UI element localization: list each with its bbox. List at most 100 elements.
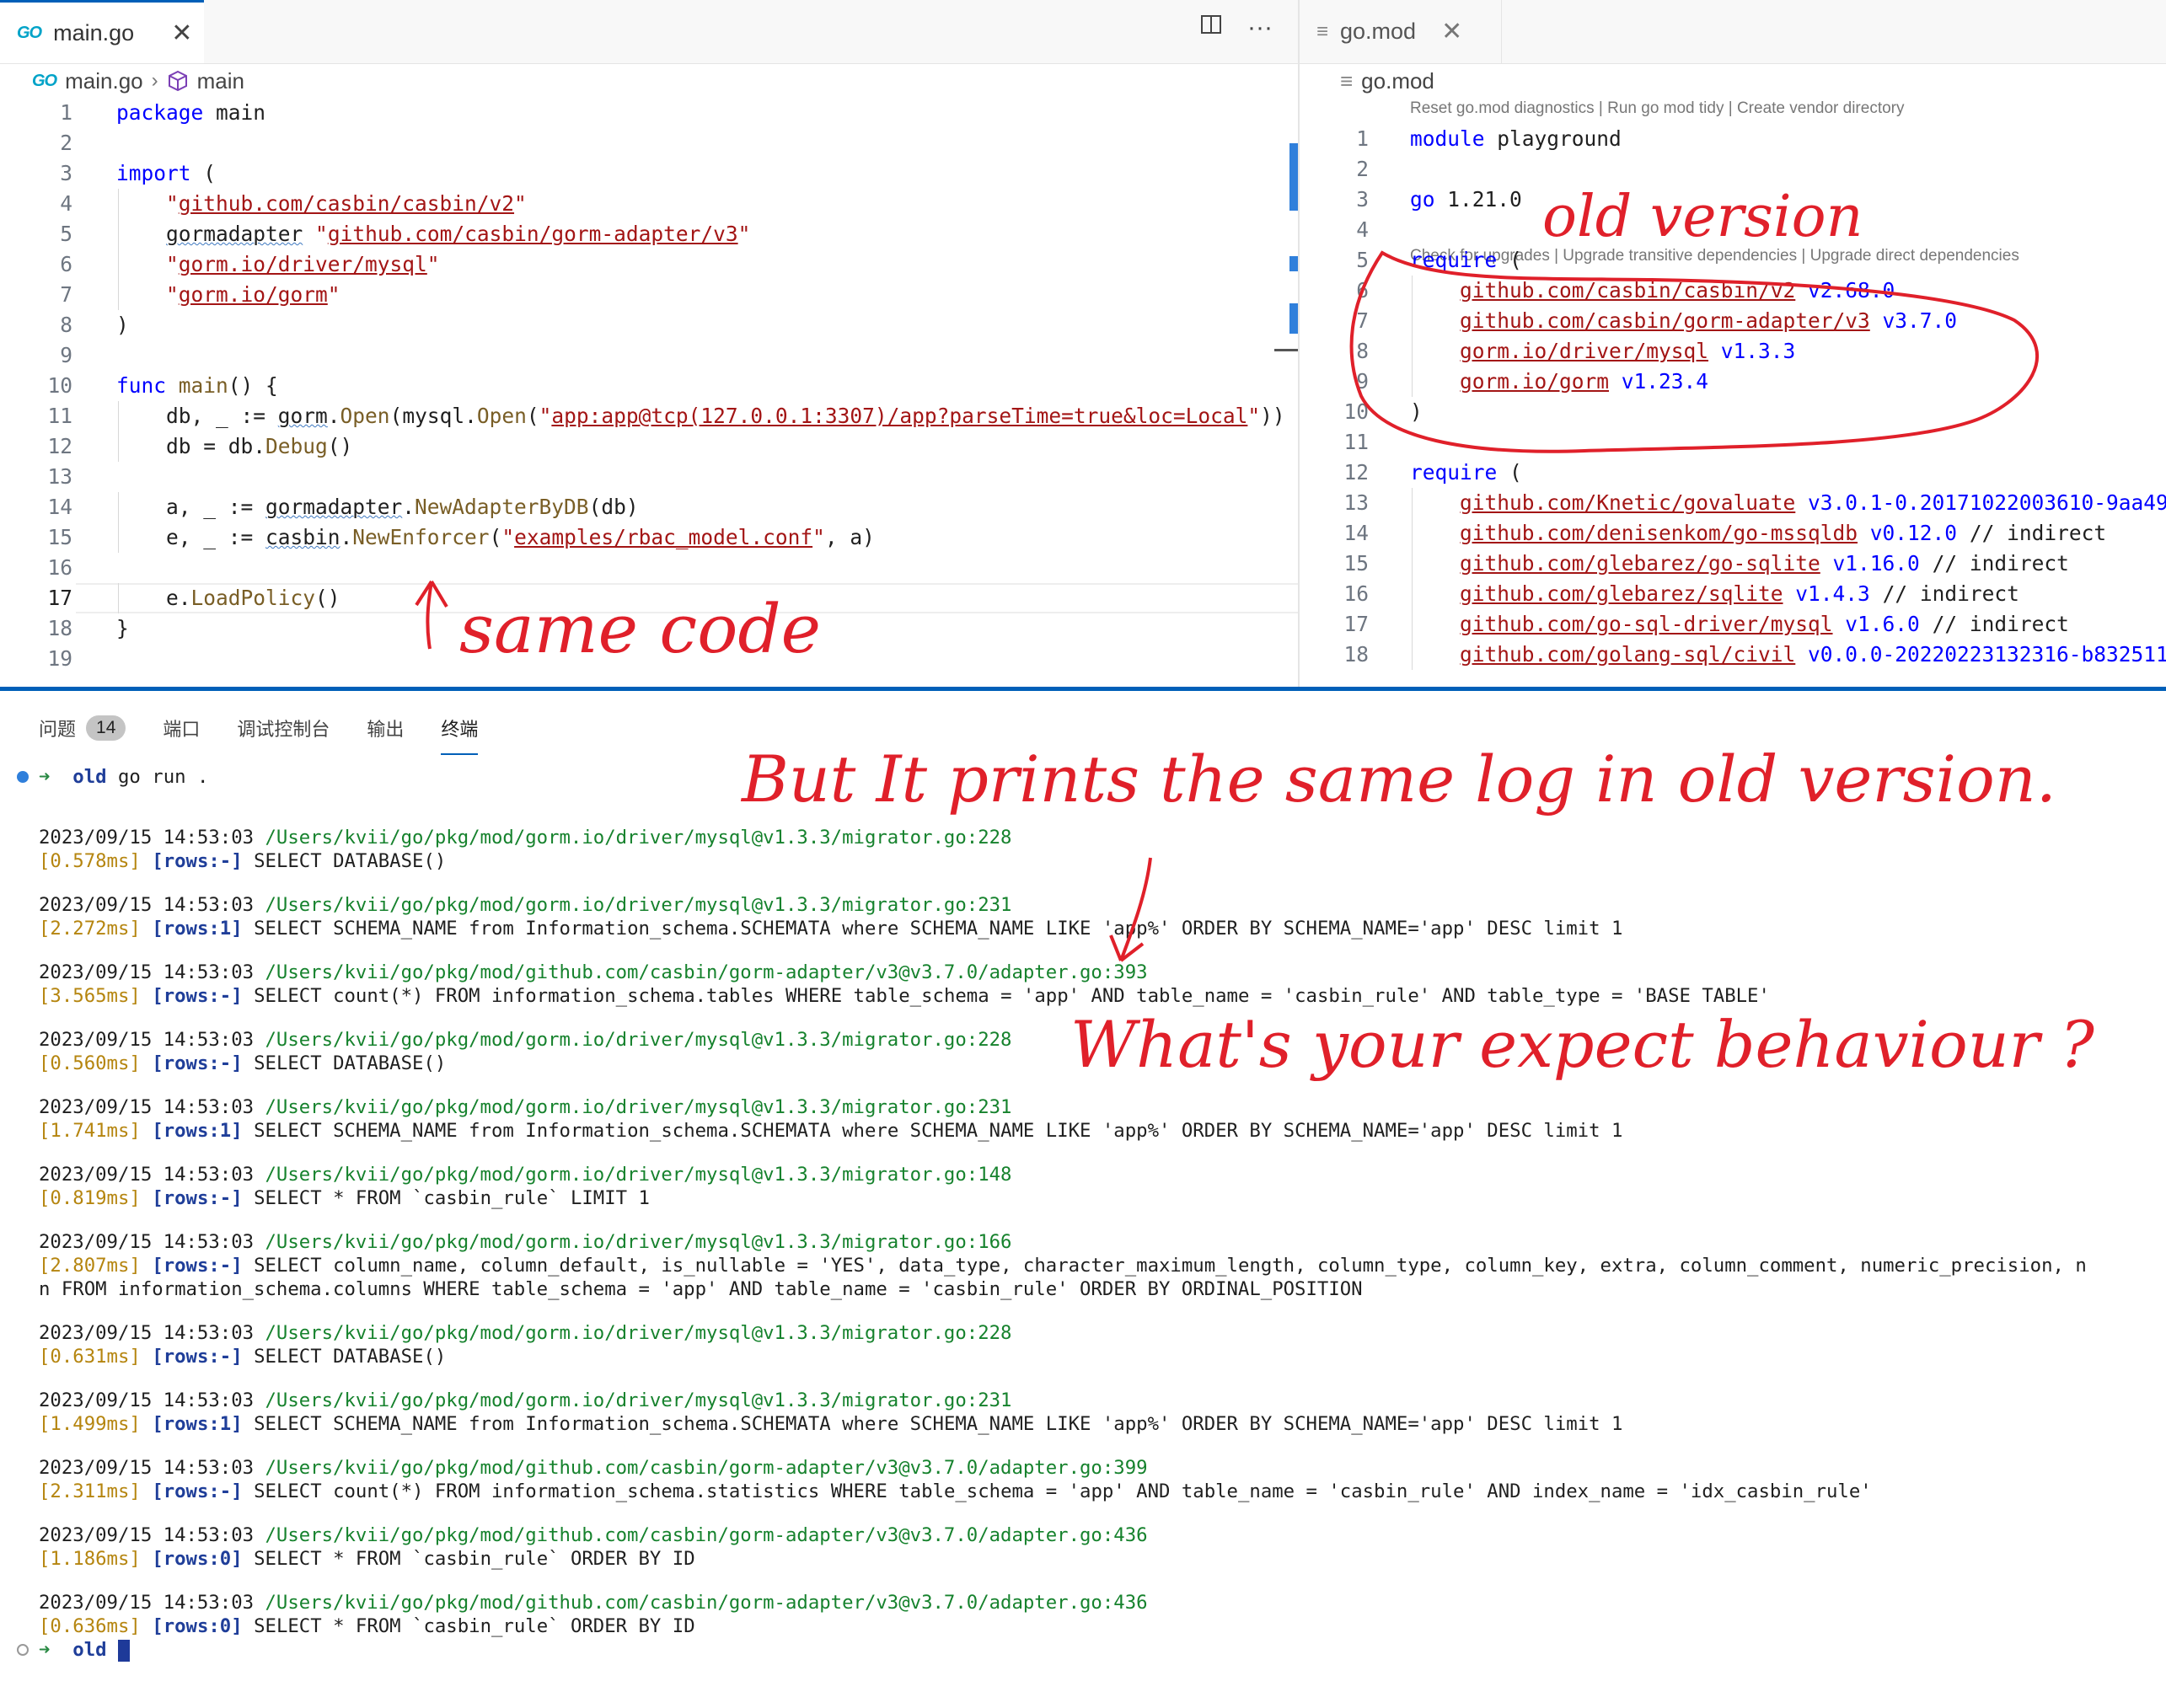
code-line[interactable]: 11 db, _ := gorm.Open(mysql.Open("app:ap… — [0, 401, 1298, 431]
code-text: package main — [116, 100, 266, 125]
line-number: 14 — [47, 495, 72, 519]
line-number: 9 — [60, 343, 72, 367]
command-status-dot[interactable] — [17, 1644, 29, 1656]
line-number: 7 — [1356, 308, 1369, 333]
code-text: "gorm.io/gorm" — [166, 282, 340, 307]
code-line[interactable]: 16 — [0, 553, 1298, 583]
code-text: module playground — [1410, 126, 1622, 151]
problems-count-badge: 14 — [86, 715, 126, 741]
code-text: go 1.21.0 — [1410, 187, 1522, 211]
line-number: 16 — [1343, 581, 1369, 606]
log-header: 2023/09/15 14:53:03 /Users/kvii/go/pkg/m… — [39, 1164, 1012, 1186]
line-number: 5 — [1356, 248, 1369, 272]
log-sql: [1.499ms] [rows:1] SELECT SCHEMA_NAME fr… — [39, 1413, 1623, 1435]
annotation-same-code: same code — [459, 590, 821, 668]
code-text: github.com/Knetic/govaluate v3.0.1-0.201… — [1460, 490, 2166, 515]
close-icon[interactable]: ✕ — [171, 19, 192, 48]
code-line[interactable]: 8 gorm.io/driver/mysql v1.3.3 — [1300, 336, 2166, 367]
code-line[interactable]: 9 gorm.io/gorm v1.23.4 — [1300, 367, 2166, 397]
close-icon[interactable]: ✕ — [1441, 17, 1462, 46]
log-header: 2023/09/15 14:53:03 /Users/kvii/go/pkg/m… — [39, 1457, 1148, 1479]
line-number: 15 — [47, 525, 72, 549]
tab-ports[interactable]: 端口 — [163, 715, 200, 750]
code-line[interactable]: 15 github.com/glebarez/go-sqlite v1.16.0… — [1300, 549, 2166, 579]
code-line[interactable]: 15 e, _ := casbin.NewEnforcer("examples/… — [0, 522, 1298, 553]
panel-tabs: 问题 14 端口 调试控制台 输出 终端 — [39, 715, 479, 755]
code-text: github.com/denisenkom/go-mssqldb v0.12.0… — [1460, 521, 2107, 545]
file-lines-icon: ≡ — [1316, 19, 1329, 43]
code-line[interactable]: 7 "gorm.io/gorm" — [0, 280, 1298, 310]
more-actions-icon[interactable]: ··· — [1247, 13, 1273, 42]
code-line[interactable]: 10 func main() { — [0, 371, 1298, 401]
tab-terminal[interactable]: 终端 — [441, 715, 479, 755]
line-number: 12 — [47, 434, 72, 458]
line-number: 1 — [60, 100, 72, 125]
breadcrumb-symbol[interactable]: main — [197, 68, 244, 94]
go-file-icon: GO — [17, 23, 42, 42]
left-editor[interactable]: GO main.go ✕ ··· GO main.go › main 1 pack… — [0, 0, 1298, 687]
tab-go-mod[interactable]: ≡ go.mod ✕ — [1300, 0, 1502, 63]
code-line[interactable]: 14 a, _ := gormadapter.NewAdapterByDB(db… — [0, 492, 1298, 522]
code-line[interactable]: 13 — [0, 462, 1298, 492]
log-header: 2023/09/15 14:53:03 /Users/kvii/go/pkg/m… — [39, 1029, 1012, 1051]
tab-debug-console[interactable]: 调试控制台 — [237, 715, 330, 750]
line-number: 12 — [1343, 460, 1369, 485]
code-line[interactable]: 16 github.com/glebarez/sqlite v1.4.3 // … — [1300, 579, 2166, 609]
code-line[interactable]: 17 github.com/go-sql-driver/mysql v1.6.0… — [1300, 609, 2166, 640]
code-line[interactable]: 4 "github.com/casbin/casbin/v2" — [0, 189, 1298, 219]
annotation-expect: What's your expect behaviour ? — [1070, 1007, 2094, 1082]
log-sql: [1.741ms] [rows:1] SELECT SCHEMA_NAME fr… — [39, 1120, 1623, 1142]
tab-main-go[interactable]: GO main.go ✕ — [0, 0, 204, 63]
code-text: gorm.io/gorm v1.23.4 — [1460, 369, 1709, 394]
code-line[interactable]: 6 "gorm.io/driver/mysql" — [0, 249, 1298, 280]
breadcrumb: ≡ go.mod — [1340, 66, 1434, 96]
code-line[interactable]: 14 github.com/denisenkom/go-mssqldb v0.1… — [1300, 518, 2166, 549]
code-text: github.com/go-sql-driver/mysql v1.6.0 //… — [1460, 612, 2069, 636]
split-editor-icon[interactable] — [1200, 13, 1222, 42]
code-line[interactable]: 8) — [0, 310, 1298, 340]
log-header: 2023/09/15 14:53:03 /Users/kvii/go/pkg/m… — [39, 894, 1012, 916]
codelens-top[interactable]: Reset go.mod diagnostics | Run go mod ti… — [1410, 99, 1905, 118]
tab-output[interactable]: 输出 — [367, 715, 404, 750]
code-line[interactable]: 12 db = db.Debug() — [0, 431, 1298, 462]
line-number: 13 — [47, 464, 72, 489]
code-line[interactable]: 13 github.com/Knetic/govaluate v3.0.1-0.… — [1300, 488, 2166, 518]
tab-problems[interactable]: 问题 14 — [39, 715, 126, 750]
log-header: 2023/09/15 14:53:03 /Users/kvii/go/pkg/m… — [39, 1322, 1012, 1344]
breadcrumb-file[interactable]: main.go — [65, 68, 143, 94]
line-number: 11 — [1343, 430, 1369, 454]
code-line[interactable]: 2 — [1300, 154, 2166, 185]
line-number: 14 — [1343, 521, 1369, 545]
line-number: 3 — [60, 161, 72, 185]
log-sql: [0.560ms] [rows:-] SELECT DATABASE() — [39, 1052, 447, 1074]
line-number: 6 — [1356, 278, 1369, 303]
code-line[interactable]: 1 module playground — [1300, 124, 2166, 154]
code-line[interactable]: 9 — [0, 340, 1298, 371]
code-line[interactable]: 18 github.com/golang-sql/civil v0.0.0-20… — [1300, 640, 2166, 670]
code-line[interactable]: 1 package main — [0, 98, 1298, 128]
line-number: 16 — [47, 555, 72, 580]
breadcrumb-file[interactable]: go.mod — [1361, 68, 1434, 94]
terminal-prompt: ➜ old — [39, 1638, 131, 1662]
code-line[interactable]: 7 github.com/casbin/gorm-adapter/v3 v3.7… — [1300, 306, 2166, 336]
right-editor[interactable]: ≡ go.mod ✕ ≡ go.mod Reset go.mod diagnos… — [1298, 0, 2166, 687]
code-line[interactable]: 5 gormadapter "github.com/casbin/gorm-ad… — [0, 219, 1298, 249]
code-line[interactable]: 2 — [0, 128, 1298, 158]
code-line[interactable]: 3 import ( — [0, 158, 1298, 189]
line-number: 7 — [60, 282, 72, 307]
code-area[interactable]: 1 package main 2 3 import (4 "github.com/cas… — [0, 98, 1298, 674]
tab-label: main.go — [53, 19, 135, 46]
overview-ruler-line — [1274, 349, 1298, 351]
code-text: gormadapter "github.com/casbin/gorm-adap… — [166, 222, 751, 246]
code-line[interactable]: 10) — [1300, 397, 2166, 427]
code-line[interactable]: 6 github.com/casbin/casbin/v2 v2.68.0 — [1300, 276, 2166, 306]
log-sql: [2.311ms] [rows:-] SELECT count(*) FROM … — [39, 1480, 1872, 1502]
code-text: github.com/casbin/gorm-adapter/v3 v3.7.0 — [1460, 308, 1958, 333]
code-text: github.com/glebarez/sqlite v1.4.3 // ind… — [1460, 581, 2019, 606]
code-line[interactable]: 12 require ( — [1300, 458, 2166, 488]
log-sql-wrap: n FROM information_schema.columns WHERE … — [39, 1278, 1363, 1300]
command-status-dot[interactable] — [17, 771, 29, 783]
code-line[interactable]: 11 — [1300, 427, 2166, 458]
line-number: 3 — [1356, 187, 1369, 211]
line-number: 5 — [60, 222, 72, 246]
